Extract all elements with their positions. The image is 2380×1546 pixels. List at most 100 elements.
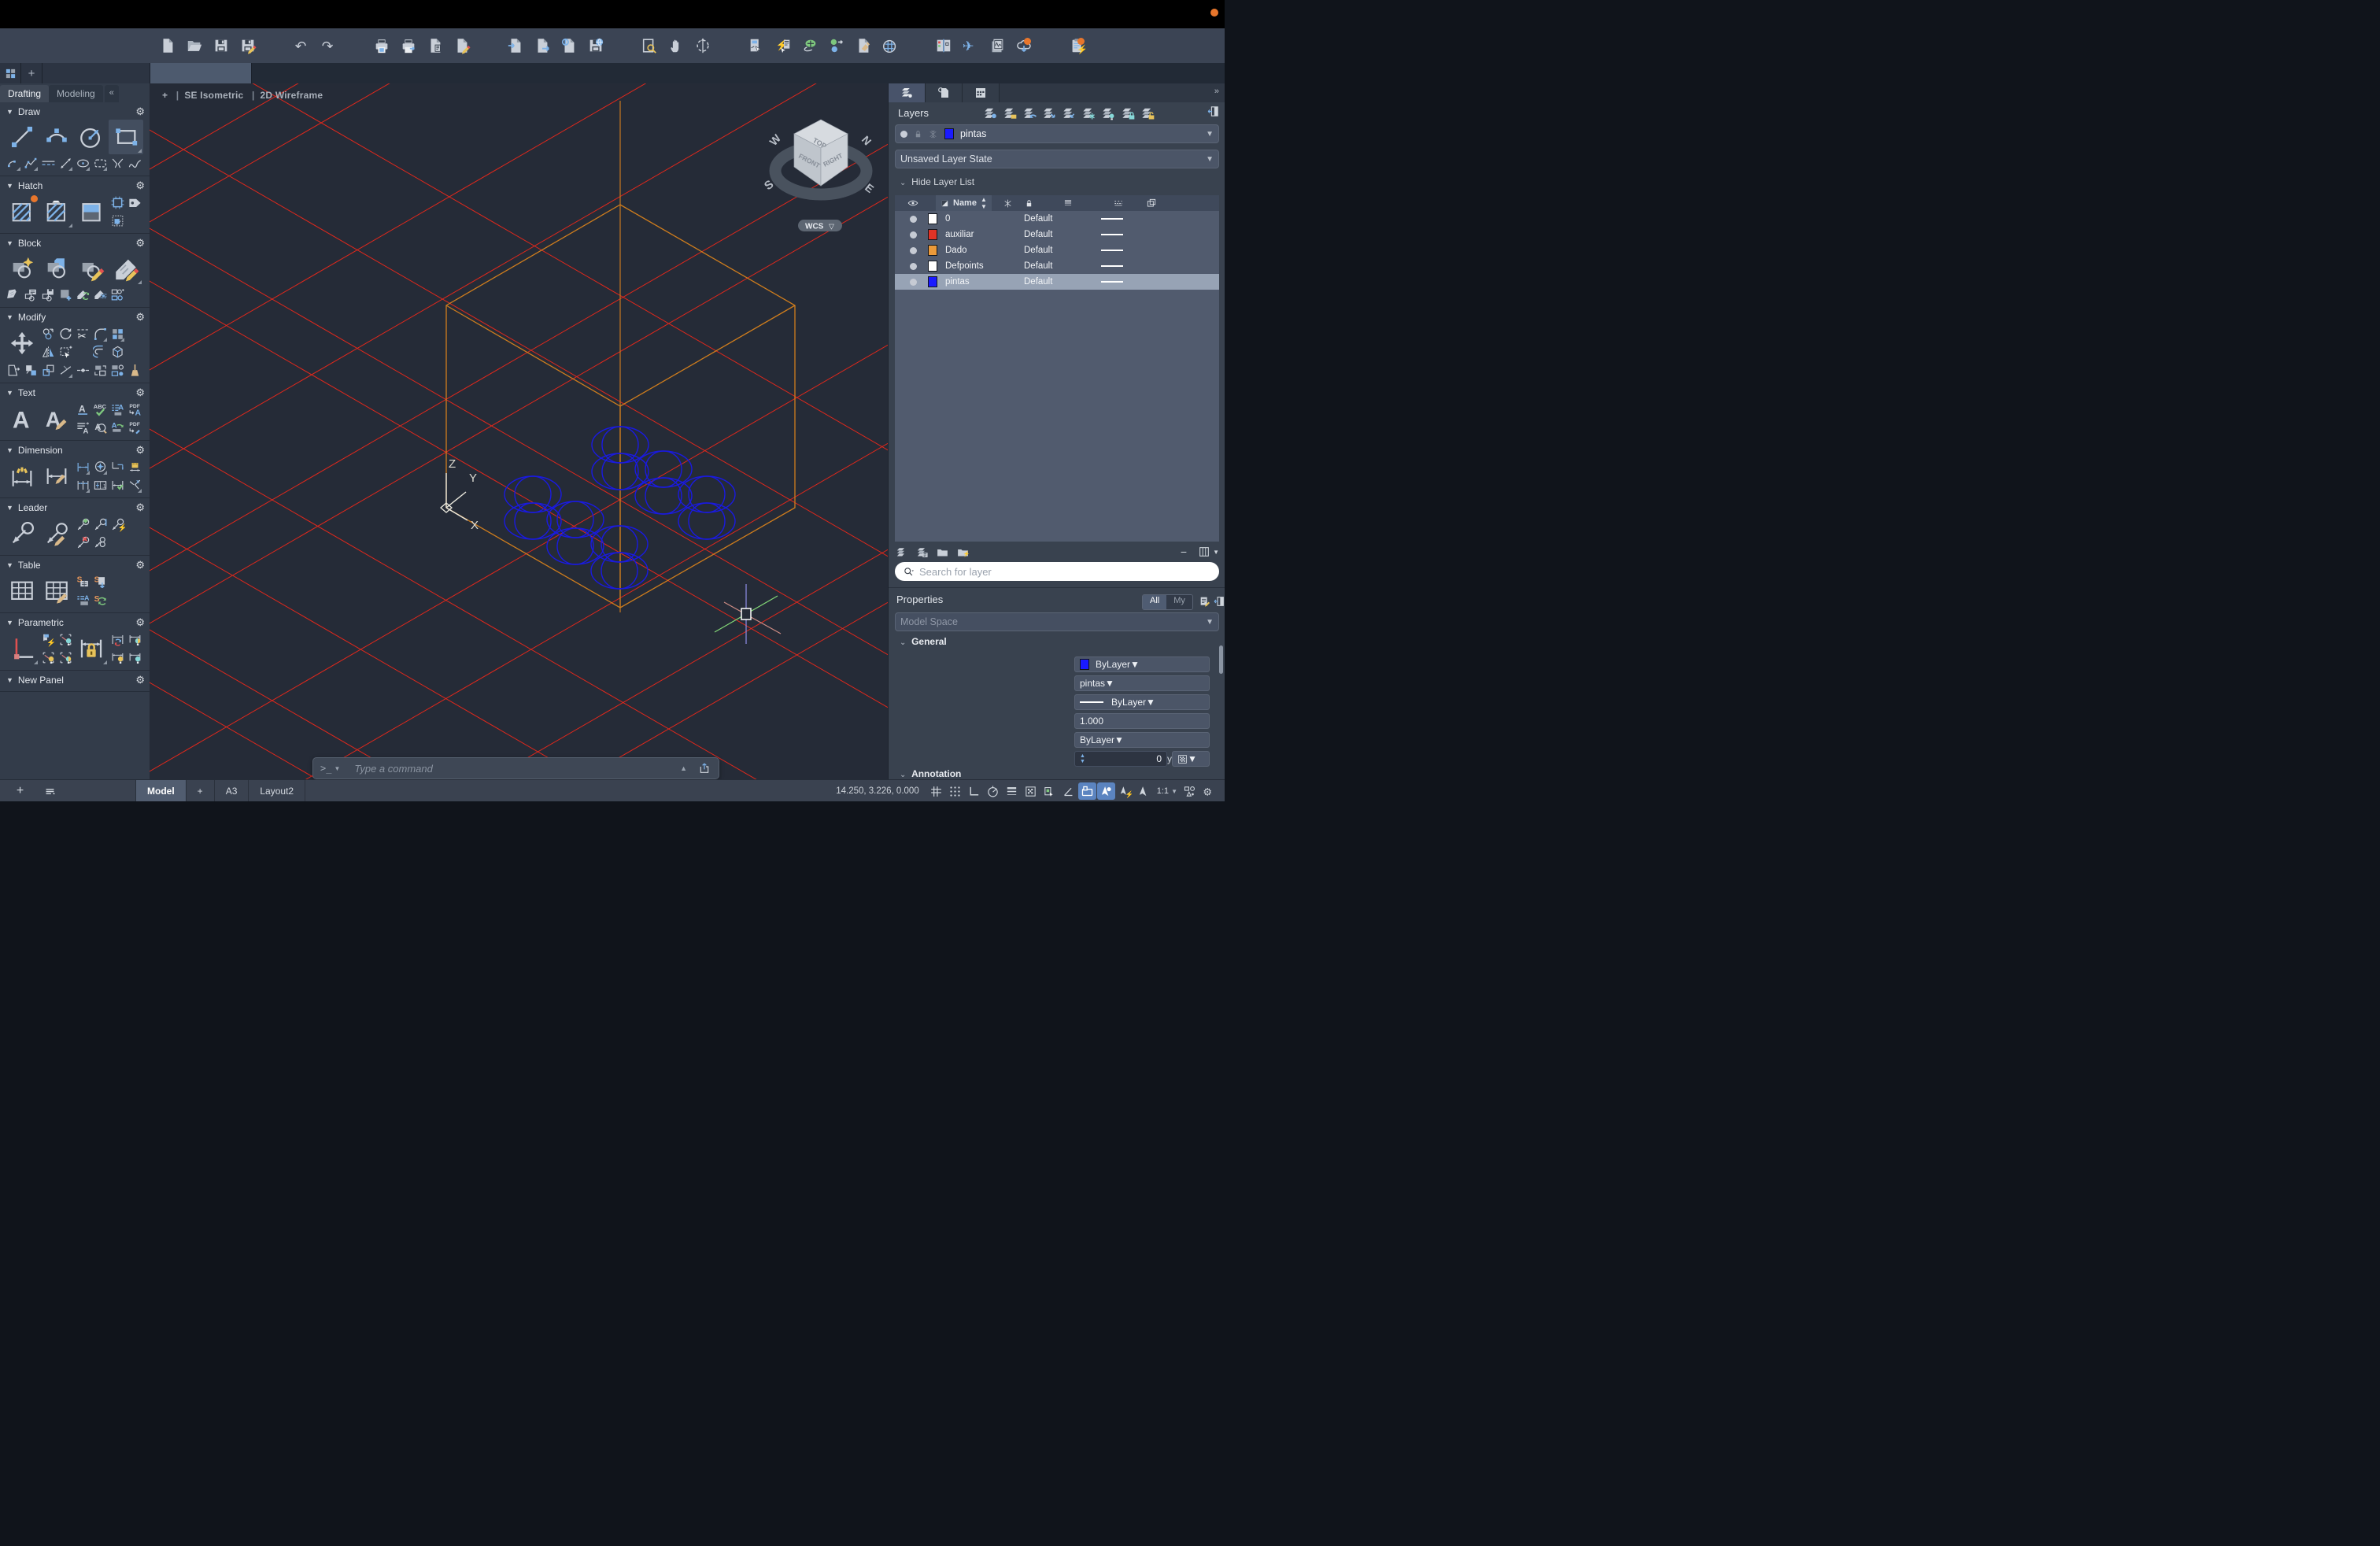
dimension-icon[interactable] xyxy=(5,459,39,494)
command-history-icon[interactable]: ▲ xyxy=(680,764,687,772)
layer-unisolate-icon[interactable] xyxy=(1059,105,1078,122)
layer-lock-icon[interactable] xyxy=(1118,105,1137,122)
dynamic-input-toggle[interactable] xyxy=(1078,782,1096,800)
hatch-edit-icon[interactable] xyxy=(109,212,126,230)
remove-leader-icon[interactable] xyxy=(74,534,91,552)
replace-icon[interactable] xyxy=(109,361,126,379)
new-tab-button[interactable]: + xyxy=(21,63,42,83)
plot-stamp-preview-button[interactable] xyxy=(984,32,1011,59)
new-group-icon[interactable] xyxy=(936,545,956,559)
new-layer-icon[interactable] xyxy=(895,545,915,559)
move-icon[interactable] xyxy=(5,326,39,361)
dimension-ruler-icon[interactable] xyxy=(126,458,143,476)
trim-scissors-icon[interactable]: ✂ xyxy=(74,325,91,343)
share-icon[interactable]: ✈ xyxy=(962,37,979,55)
count-button[interactable] xyxy=(877,32,904,59)
text-list-icon[interactable]: A xyxy=(109,401,126,419)
layout-tab-layout2[interactable]: Layout2 xyxy=(249,780,305,801)
zoom-window-icon[interactable] xyxy=(641,37,658,55)
block-table-icon[interactable] xyxy=(22,286,39,304)
dimension-style-icon[interactable]: .1 xyxy=(91,476,109,494)
open-file-button[interactable] xyxy=(181,32,208,59)
gear-icon[interactable]: ⚙ xyxy=(135,444,145,457)
arc-options-icon[interactable] xyxy=(5,154,22,172)
chevron-down-icon[interactable]: ▼ xyxy=(6,239,13,247)
save-file-icon[interactable] xyxy=(213,37,230,55)
spline-icon[interactable] xyxy=(126,154,143,172)
text-style-icon[interactable]: A xyxy=(74,401,91,419)
selection-cycling-toggle[interactable] xyxy=(1040,782,1059,800)
name-column-header[interactable]: Name ▲▼ ▲ xyxy=(936,195,992,211)
spell-check-icon[interactable]: ABC xyxy=(91,401,109,419)
new-file-button[interactable] xyxy=(154,32,181,59)
drawing-compare-button[interactable] xyxy=(930,32,957,59)
layer-unlock-icon[interactable] xyxy=(1137,105,1157,122)
multileader-edit-icon[interactable] xyxy=(39,516,74,551)
sync-attributes-icon[interactable] xyxy=(74,286,91,304)
data-download-icon[interactable]: S xyxy=(91,573,109,591)
polar-tracking-toggle[interactable] xyxy=(984,782,1002,800)
save-web-button[interactable] xyxy=(582,32,609,59)
layer-status-icon[interactable] xyxy=(910,279,917,286)
tab-layers[interactable] xyxy=(889,83,926,102)
constraint-status-bulb-icon[interactable] xyxy=(126,649,143,667)
quick-leader-icon[interactable]: ⚡ xyxy=(109,516,126,534)
drawing-canvas[interactable]: ZYXTOPFRONTRIGHTWNSEWCS▽ + |SE Isometric… xyxy=(150,83,888,779)
lineweight-display-toggle[interactable] xyxy=(1003,782,1021,800)
properties-palette-icon[interactable] xyxy=(748,37,765,55)
gear-icon[interactable]: ⚙ xyxy=(135,501,145,514)
tab-drafting[interactable]: Drafting xyxy=(0,85,49,102)
share-command-icon[interactable] xyxy=(698,762,711,775)
pdf-export-text-icon[interactable]: PDF xyxy=(126,419,143,437)
gear-icon[interactable]: ⚙ xyxy=(135,559,145,571)
lengthen-icon[interactable] xyxy=(57,361,74,379)
write-block-icon[interactable] xyxy=(39,286,57,304)
dimension-break-icon[interactable]: x xyxy=(126,476,143,494)
attribute-tag-icon[interactable] xyxy=(5,286,22,304)
gear-icon[interactable]: ⚙ xyxy=(135,179,145,192)
properties-palette-button[interactable] xyxy=(743,32,770,59)
export-file-button[interactable] xyxy=(529,32,556,59)
new-layout-button[interactable]: + xyxy=(187,780,215,801)
layer-freeze-icon[interactable] xyxy=(1078,105,1098,122)
dimension-edit-icon[interactable] xyxy=(39,459,74,494)
ungroup-button[interactable] xyxy=(823,32,850,59)
chevron-down-icon[interactable]: ▼ xyxy=(6,313,13,321)
filter-my-button[interactable]: My xyxy=(1166,595,1192,609)
chevron-down-icon[interactable]: ▼ xyxy=(6,182,13,190)
layer-lineweight[interactable]: Default xyxy=(1024,214,1079,224)
new-file-icon[interactable] xyxy=(159,37,176,55)
layer-color-swatch[interactable] xyxy=(928,276,937,287)
pan-icon[interactable] xyxy=(667,37,685,55)
infer-constraint-a-icon[interactable] xyxy=(39,649,57,667)
undo-icon[interactable]: ↶ xyxy=(293,37,310,55)
pan-button[interactable] xyxy=(663,32,689,59)
group-icon[interactable] xyxy=(801,37,819,55)
redo-button[interactable]: ↷ xyxy=(315,32,342,59)
layer-off-icon[interactable] xyxy=(1098,105,1118,122)
annotation-visibility-toggle[interactable] xyxy=(1181,782,1199,800)
general-section-header[interactable]: ⌄ General xyxy=(900,636,947,647)
lineweight-column-icon[interactable] xyxy=(1062,198,1074,209)
field-linetype-scale[interactable]: 1.000 xyxy=(1074,713,1210,729)
layer-row-Defpoints[interactable]: Defpoints Default xyxy=(895,258,1219,274)
mirror-icon[interactable] xyxy=(39,343,57,361)
layer-status-icon[interactable] xyxy=(910,216,917,223)
settings-gear-toggle[interactable]: ⚙ xyxy=(1199,782,1218,800)
cloud-download-icon[interactable] xyxy=(1015,37,1033,55)
layout-tab-a3[interactable]: A3 xyxy=(215,780,249,801)
data-link-icon[interactable]: S xyxy=(74,573,91,591)
palette-overflow-button[interactable]: » xyxy=(1214,87,1219,96)
table-style-icon[interactable]: A xyxy=(74,591,91,609)
select-similar-icon[interactable] xyxy=(57,343,74,361)
quick-select-icon[interactable]: ⚡ xyxy=(774,37,792,55)
save-as-button[interactable] xyxy=(235,32,261,59)
transparency-slider[interactable]: ▲▼0 xyxy=(1074,751,1167,767)
share-button[interactable]: ✈ xyxy=(957,32,984,59)
auto-constrain-icon[interactable]: ⚡ xyxy=(39,631,57,649)
text-update-icon[interactable]: A xyxy=(109,419,126,437)
layout-menu-icon[interactable] xyxy=(41,782,59,800)
isometric-drafting-toggle[interactable] xyxy=(1059,782,1077,800)
chevron-down-icon[interactable]: ▼ xyxy=(6,446,13,454)
gear-icon[interactable]: ⚙ xyxy=(135,105,145,118)
